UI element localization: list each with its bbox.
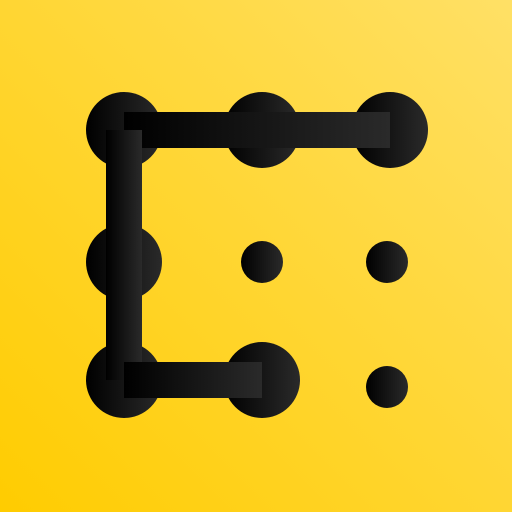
dot-middle-right: [366, 241, 408, 283]
blob-left-bridge: [106, 130, 142, 380]
blob-bottom-bridge: [124, 362, 262, 398]
app-icon-graphic: [0, 0, 512, 512]
app-icon: [0, 0, 512, 512]
dot-middle-center: [241, 241, 283, 283]
blob-top-bridge: [124, 112, 390, 148]
blob-e-logo-mark: [86, 92, 428, 418]
dot-bottom-right: [366, 366, 408, 408]
